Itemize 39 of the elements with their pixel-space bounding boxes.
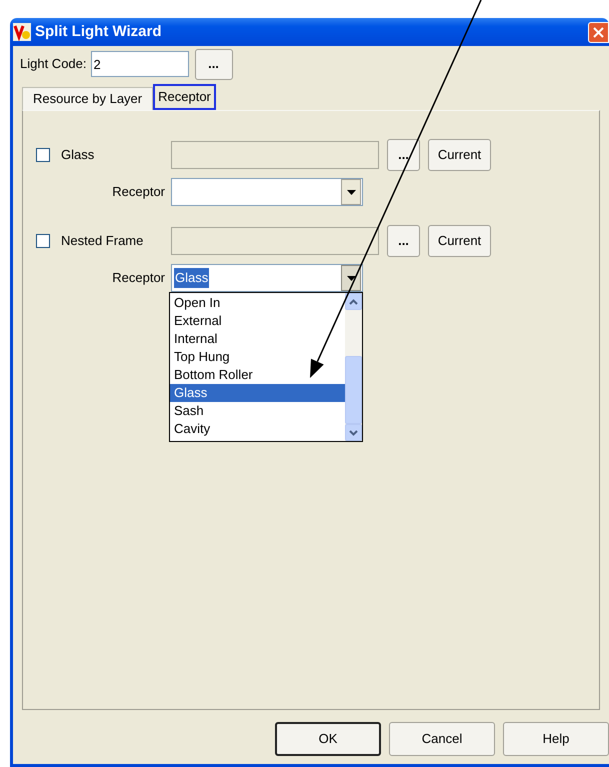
light-code-label: Light Code: bbox=[20, 55, 86, 74]
receptor-dropdown[interactable]: Glass bbox=[171, 264, 363, 292]
checkbox-label: Glass bbox=[61, 146, 94, 164]
receptor-label: Receptor bbox=[111, 183, 166, 202]
caret-down-icon bbox=[346, 276, 356, 280]
dropdown-value: Glass bbox=[174, 268, 210, 288]
dropdown-option[interactable]: Cavity bbox=[170, 420, 345, 438]
tab[interactable]: Receptor bbox=[153, 84, 216, 110]
close-button[interactable] bbox=[588, 22, 609, 42]
chevron-down-icon bbox=[349, 430, 358, 436]
dropdown-option[interactable]: Bottom Roller bbox=[170, 366, 345, 384]
dropdown-option[interactable]: Internal bbox=[170, 330, 345, 348]
browse-button[interactable]: ... bbox=[194, 48, 232, 80]
dialog-button[interactable]: OK bbox=[275, 722, 381, 756]
close-icon bbox=[593, 26, 604, 38]
dropdown-option[interactable]: Open In bbox=[170, 294, 345, 312]
dropdown-option[interactable]: External bbox=[170, 312, 345, 330]
app-logo-icon bbox=[13, 23, 31, 41]
current-button[interactable]: Current bbox=[428, 139, 491, 171]
caret-down-icon bbox=[346, 190, 356, 194]
scrollbar-thumb[interactable] bbox=[345, 356, 362, 424]
dropdown-button[interactable] bbox=[341, 265, 361, 291]
receptor-label: Receptor bbox=[111, 269, 166, 288]
dropdown-option[interactable]: Glass bbox=[170, 384, 345, 402]
browse-button[interactable]: ... bbox=[387, 225, 420, 257]
dropdown-option[interactable]: Sash bbox=[170, 402, 345, 420]
dialog-button[interactable]: Cancel bbox=[389, 722, 495, 756]
dialog-button[interactable]: Help bbox=[503, 722, 609, 756]
checkbox-label: Nested Frame bbox=[61, 232, 144, 250]
tab[interactable]: Resource by Layer bbox=[22, 87, 154, 110]
checkbox[interactable] bbox=[36, 234, 50, 248]
checkbox[interactable] bbox=[36, 148, 50, 162]
window-title: Split Light Wizard bbox=[35, 22, 162, 42]
dropdown-button[interactable] bbox=[341, 179, 361, 205]
light-code-field[interactable]: 2 bbox=[90, 51, 188, 77]
browse-button[interactable]: ... bbox=[387, 139, 420, 171]
current-button[interactable]: Current bbox=[428, 225, 491, 257]
dropdown-option[interactable]: Top Hung bbox=[170, 348, 345, 366]
chevron-up-icon bbox=[349, 298, 358, 304]
